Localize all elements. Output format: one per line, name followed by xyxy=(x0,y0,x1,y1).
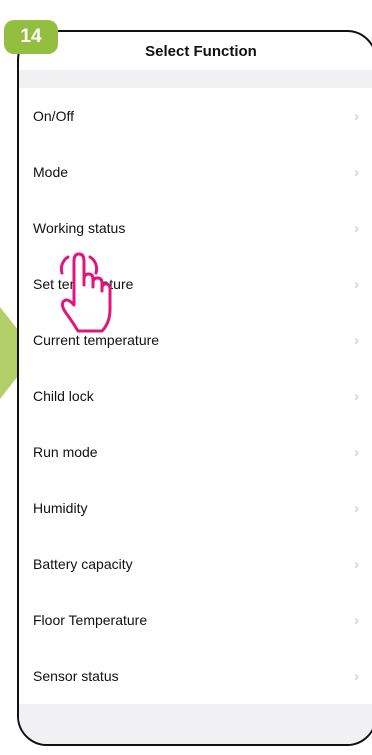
function-label: On/Off xyxy=(33,108,74,124)
chevron-right-icon: › xyxy=(354,499,359,517)
function-label: Working status xyxy=(33,220,126,236)
chevron-right-icon: › xyxy=(354,163,359,181)
chevron-right-icon: › xyxy=(354,443,359,461)
chevron-right-icon: › xyxy=(354,331,359,349)
chevron-right-icon: › xyxy=(354,275,359,293)
function-label: Mode xyxy=(33,164,69,180)
function-list: On/Off › Mode › Working status › Set tem… xyxy=(19,88,372,704)
function-item-floor-temperature[interactable]: Floor Temperature › xyxy=(19,592,372,648)
function-item-set-temperature[interactable]: Set temperature › xyxy=(19,256,372,312)
function-item-working-status[interactable]: Working status › xyxy=(19,200,372,256)
function-item-current-temperature[interactable]: Current temperature › xyxy=(19,312,372,368)
function-item-battery-capacity[interactable]: Battery capacity › xyxy=(19,536,372,592)
chevron-right-icon: › xyxy=(354,219,359,237)
chevron-right-icon: › xyxy=(354,555,359,573)
function-item-child-lock[interactable]: Child lock › xyxy=(19,368,372,424)
function-label: Child lock xyxy=(33,388,94,404)
function-label: Humidity xyxy=(33,500,88,516)
page-title: Select Function xyxy=(145,42,257,60)
list-bottom-spacer xyxy=(19,704,372,744)
chevron-right-icon: › xyxy=(354,611,359,629)
step-number-badge: 14 xyxy=(4,20,58,54)
function-label: Run mode xyxy=(33,444,98,460)
chevron-right-icon: › xyxy=(354,387,359,405)
function-label: Set temperature xyxy=(33,276,134,292)
function-item-mode[interactable]: Mode › xyxy=(19,144,372,200)
phone-screen: Select Function On/Off › Mode › Working … xyxy=(17,30,372,746)
function-item-run-mode[interactable]: Run mode › xyxy=(19,424,372,480)
function-label: Current temperature xyxy=(33,332,160,348)
chevron-right-icon: › xyxy=(354,107,359,125)
function-item-on-off[interactable]: On/Off › xyxy=(19,88,372,144)
chevron-right-icon: › xyxy=(354,667,359,685)
function-item-sensor-status[interactable]: Sensor status › xyxy=(19,648,372,704)
function-label: Battery capacity xyxy=(33,556,133,572)
function-item-humidity[interactable]: Humidity › xyxy=(19,480,372,536)
function-label: Floor Temperature xyxy=(33,612,148,628)
function-label: Sensor status xyxy=(33,668,119,684)
